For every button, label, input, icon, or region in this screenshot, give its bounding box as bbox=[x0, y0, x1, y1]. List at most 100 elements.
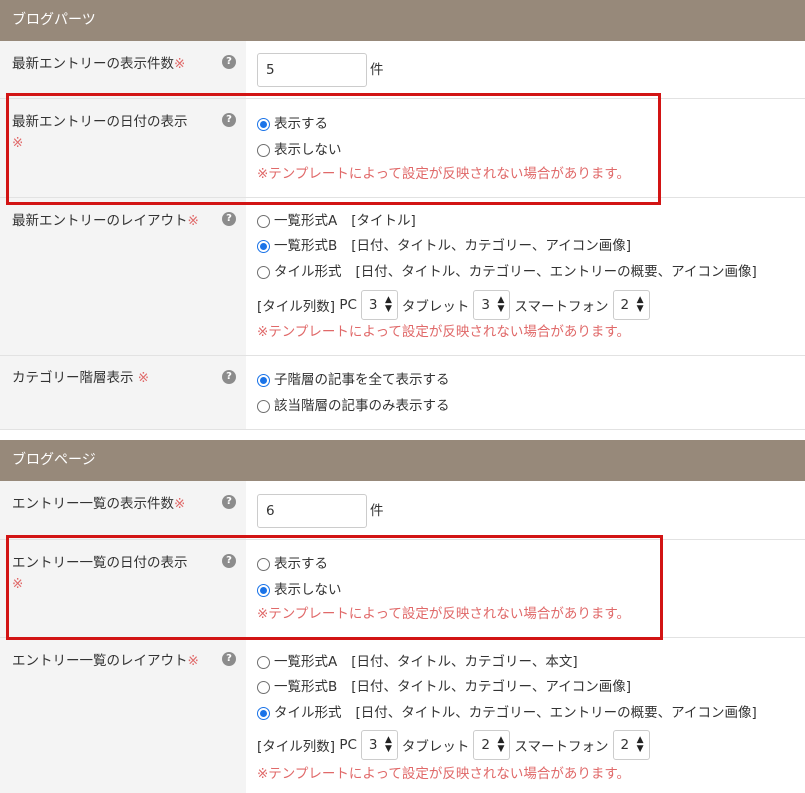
template-warning-note: ※テンプレートによって設定が反映されない場合があります。 bbox=[257, 766, 630, 782]
pc-label: PC bbox=[339, 297, 357, 313]
setting-row-latest-count: 最新エントリーの表示件数※ ? 5 件 bbox=[0, 41, 805, 99]
setting-value-cell: 一覧形式A [タイトル] 一覧形式B [日付、タイトル、カテゴリー、アイコン画像] … bbox=[246, 198, 805, 355]
template-warning-note: ※テンプレートによって設定が反映されない場合があります。 bbox=[257, 324, 630, 340]
radio-label: 表示する bbox=[274, 556, 328, 572]
unit-label: 件 bbox=[370, 503, 384, 519]
setting-label-cell: エントリー一覧のレイアウト※ ? bbox=[0, 638, 246, 793]
sort-arrows-icon: ▲ ▼ bbox=[636, 735, 644, 754]
required-mark: ※ bbox=[12, 576, 24, 592]
setting-label: 最新エントリーの表示件数※ bbox=[12, 54, 212, 75]
radio-button[interactable] bbox=[257, 373, 270, 387]
setting-label-text: 最新エントリーの表示件数 bbox=[12, 56, 174, 72]
radio-label: 表示する bbox=[274, 116, 328, 132]
setting-label: エントリー一覧のレイアウト※ bbox=[12, 651, 232, 672]
radio-label: タイル形式 bbox=[274, 705, 342, 721]
setting-label: エントリー一覧の日付の表示 ※ bbox=[12, 553, 212, 595]
radio-button[interactable] bbox=[257, 557, 270, 571]
option-description: [日付、タイトル、カテゴリー、アイコン画像] bbox=[351, 238, 631, 254]
help-icon[interactable]: ? bbox=[222, 212, 236, 226]
setting-label: エントリー一覧の表示件数※ bbox=[12, 494, 212, 515]
latest-count-input[interactable]: 5 bbox=[257, 53, 367, 87]
radio-label: 一覧形式A bbox=[274, 213, 338, 229]
radio-button[interactable] bbox=[257, 214, 270, 228]
sort-arrows-icon: ▲ ▼ bbox=[636, 295, 644, 314]
tile-columns-label: [タイル列数] bbox=[257, 299, 336, 315]
radio-button[interactable] bbox=[257, 583, 270, 597]
select-value: 3 bbox=[368, 737, 378, 753]
radio-option-hide[interactable]: 表示しない bbox=[257, 139, 342, 161]
help-icon[interactable]: ? bbox=[222, 370, 236, 384]
tile-columns-label: [タイル列数] bbox=[257, 739, 336, 755]
setting-label-cell: 最新エントリーの表示件数※ ? bbox=[0, 41, 246, 98]
radio-option-current-only[interactable]: 該当階層の記事のみ表示する bbox=[257, 395, 450, 417]
select-value: 3 bbox=[368, 297, 378, 313]
help-icon[interactable]: ? bbox=[222, 55, 236, 69]
radio-button[interactable] bbox=[257, 706, 270, 720]
setting-value-cell: 5 件 bbox=[246, 41, 805, 98]
radio-option-show[interactable]: 表示する bbox=[257, 553, 328, 575]
template-warning-note: ※テンプレートによって設定が反映されない場合があります。 bbox=[257, 606, 630, 622]
setting-value-cell: 一覧形式A [日付、タイトル、カテゴリー、本文] 一覧形式B [日付、タイトル、カテ… bbox=[246, 638, 805, 793]
setting-label-text: カテゴリー階層表示 bbox=[12, 370, 134, 386]
radio-button[interactable] bbox=[257, 143, 270, 157]
setting-label-text: 最新エントリーの日付の表示 bbox=[12, 114, 188, 130]
setting-label-cell: 最新エントリーの日付の表示 ※ ? bbox=[0, 99, 246, 197]
select-value: 2 bbox=[620, 297, 630, 313]
radio-option-list-a[interactable]: 一覧形式A [日付、タイトル、カテゴリー、本文] bbox=[257, 651, 578, 673]
radio-option-list-b[interactable]: 一覧形式B [日付、タイトル、カテゴリー、アイコン画像] bbox=[257, 676, 631, 698]
option-description: [日付、タイトル、カテゴリー、エントリーの概要、アイコン画像] bbox=[355, 705, 757, 721]
sort-arrows-icon: ▲ ▼ bbox=[497, 735, 505, 754]
smartphone-columns-select[interactable]: 2 ▲ ▼ bbox=[612, 290, 650, 320]
setting-label-cell: 最新エントリーのレイアウト※ ? bbox=[0, 198, 246, 355]
radio-button[interactable] bbox=[257, 680, 270, 694]
smartphone-label: スマートフォン bbox=[514, 299, 609, 315]
radio-label: 子階層の記事を全て表示する bbox=[274, 372, 450, 388]
smartphone-columns-select[interactable]: 2 ▲ ▼ bbox=[612, 730, 650, 760]
radio-option-show[interactable]: 表示する bbox=[257, 113, 328, 135]
setting-value-cell: 6 件 bbox=[246, 481, 805, 539]
setting-label-cell: カテゴリー階層表示 ※ ? bbox=[0, 356, 246, 429]
radio-option-tile[interactable]: タイル形式 [日付、タイトル、カテゴリー、エントリーの概要、アイコン画像] bbox=[257, 702, 757, 724]
tablet-columns-select[interactable]: 3 ▲ ▼ bbox=[473, 290, 511, 320]
pc-columns-select[interactable]: 3 ▲ ▼ bbox=[360, 290, 398, 320]
entry-count-input[interactable]: 6 bbox=[257, 494, 367, 528]
required-mark: ※ bbox=[137, 370, 150, 386]
select-value: 3 bbox=[481, 297, 491, 313]
radio-option-list-a[interactable]: 一覧形式A [タイトル] bbox=[257, 210, 416, 232]
required-mark: ※ bbox=[187, 653, 199, 669]
radio-label: 該当階層の記事のみ表示する bbox=[274, 398, 450, 414]
help-icon[interactable]: ? bbox=[222, 652, 236, 666]
radio-button[interactable] bbox=[257, 265, 270, 279]
radio-option-list-b[interactable]: 一覧形式B [日付、タイトル、カテゴリー、アイコン画像] bbox=[257, 235, 631, 257]
required-mark: ※ bbox=[174, 56, 186, 72]
radio-option-tile[interactable]: タイル形式 [日付、タイトル、カテゴリー、エントリーの概要、アイコン画像] bbox=[257, 261, 757, 283]
setting-row-latest-date: 最新エントリーの日付の表示 ※ ? 表示する 表示しない ※テンプレートによって設… bbox=[0, 99, 805, 198]
section-header-blog-page: ブログページ bbox=[0, 440, 805, 481]
pc-label: PC bbox=[339, 737, 357, 753]
sort-arrows-icon: ▲ ▼ bbox=[497, 295, 505, 314]
help-icon[interactable]: ? bbox=[222, 554, 236, 568]
help-icon[interactable]: ? bbox=[222, 113, 236, 127]
radio-option-hide[interactable]: 表示しない bbox=[257, 579, 342, 601]
setting-label-text: エントリー一覧の表示件数 bbox=[12, 496, 174, 512]
tile-columns-settings: [タイル列数] PC 3 ▲ ▼ タブレット 3 ▲ ▼ スマートフォン 2 ▲ ▼ bbox=[257, 290, 654, 320]
option-description: [日付、タイトル、カテゴリー、本文] bbox=[351, 654, 578, 670]
radio-button[interactable] bbox=[257, 655, 270, 669]
radio-option-all-children[interactable]: 子階層の記事を全て表示する bbox=[257, 369, 450, 391]
setting-label: カテゴリー階層表示 ※ bbox=[12, 368, 212, 389]
option-description: [タイトル] bbox=[351, 213, 416, 229]
help-icon[interactable]: ? bbox=[222, 495, 236, 509]
setting-label: 最新エントリーのレイアウト※ bbox=[12, 211, 232, 232]
option-description: [日付、タイトル、カテゴリー、アイコン画像] bbox=[351, 679, 631, 695]
pc-columns-select[interactable]: 3 ▲ ▼ bbox=[360, 730, 398, 760]
radio-button[interactable] bbox=[257, 239, 270, 253]
radio-button[interactable] bbox=[257, 117, 270, 131]
setting-value-cell: 表示する 表示しない ※テンプレートによって設定が反映されない場合があります。 bbox=[246, 99, 805, 197]
required-mark: ※ bbox=[174, 496, 186, 512]
select-value: 2 bbox=[481, 737, 491, 753]
setting-row-latest-layout: 最新エントリーのレイアウト※ ? 一覧形式A [タイトル] 一覧形式B [日付、タイ… bbox=[0, 198, 805, 356]
template-warning-note: ※テンプレートによって設定が反映されない場合があります。 bbox=[257, 166, 630, 182]
tablet-columns-select[interactable]: 2 ▲ ▼ bbox=[473, 730, 511, 760]
radio-button[interactable] bbox=[257, 399, 270, 413]
smartphone-label: スマートフォン bbox=[514, 739, 609, 755]
